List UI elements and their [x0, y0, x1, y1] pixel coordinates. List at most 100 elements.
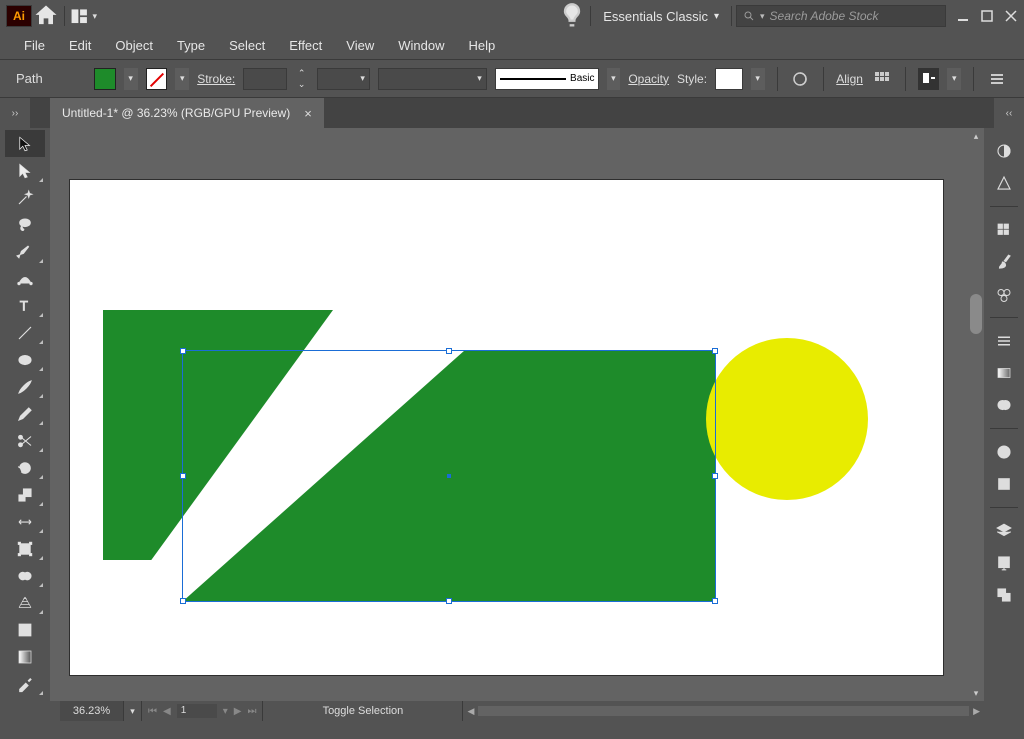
expand-left-panels[interactable]: ›› — [0, 98, 30, 128]
menu-file[interactable]: File — [14, 34, 55, 57]
color-panel-icon[interactable] — [989, 138, 1019, 164]
yellow-circle-shape[interactable] — [706, 338, 868, 500]
scroll-track[interactable] — [968, 144, 984, 685]
shape-mode-dropdown[interactable]: ▾ — [947, 68, 961, 90]
selection-handle-w[interactable] — [180, 473, 186, 479]
workspace-switcher[interactable]: Essentials Classic ▾ — [595, 5, 727, 28]
last-artboard-button[interactable]: ⏭ — [247, 706, 256, 717]
close-tab-button[interactable]: × — [304, 106, 312, 121]
layers-panel-icon[interactable] — [989, 518, 1019, 544]
curvature-tool[interactable] — [5, 265, 45, 292]
scroll-down-button[interactable]: ▾ — [968, 685, 984, 701]
selection-handle-ne[interactable] — [712, 348, 718, 354]
stroke-swatch[interactable] — [146, 68, 168, 90]
rotate-tool[interactable] — [5, 454, 45, 481]
menu-help[interactable]: Help — [458, 34, 505, 57]
selection-tool[interactable] — [5, 130, 45, 157]
gradient-panel-icon[interactable] — [989, 360, 1019, 386]
search-stock-field[interactable]: ▾ Search Adobe Stock — [736, 5, 946, 27]
shape-mode-button[interactable] — [918, 68, 940, 90]
stroke-weight-stepper[interactable]: ⌃⌄ — [295, 68, 309, 90]
selection-handle-nw[interactable] — [180, 348, 186, 354]
shape-builder-tool[interactable] — [5, 562, 45, 589]
asset-export-panel-icon[interactable] — [989, 550, 1019, 576]
graphic-style-dropdown[interactable]: ▾ — [751, 68, 765, 90]
artboards-panel-icon[interactable] — [989, 582, 1019, 608]
artboard-dropdown[interactable]: ▾ — [223, 706, 228, 717]
color-guide-panel-icon[interactable] — [989, 170, 1019, 196]
line-tool[interactable] — [5, 319, 45, 346]
selection-handle-n[interactable] — [446, 348, 452, 354]
scroll-up-button[interactable]: ▴ — [968, 128, 984, 144]
scissors-tool[interactable] — [5, 427, 45, 454]
fill-swatch[interactable] — [94, 68, 116, 90]
menu-type[interactable]: Type — [167, 34, 215, 57]
perspective-grid-tool[interactable] — [5, 589, 45, 616]
next-artboard-button[interactable]: ▶ — [234, 706, 242, 717]
menu-view[interactable]: View — [336, 34, 384, 57]
type-tool[interactable]: T — [5, 292, 45, 319]
variable-width-profile[interactable]: ▾ — [317, 68, 370, 90]
menu-window[interactable]: Window — [388, 34, 454, 57]
selection-handle-se[interactable] — [712, 598, 718, 604]
artboard-index[interactable]: 1 — [177, 704, 217, 718]
fill-dropdown[interactable]: ▾ — [124, 68, 138, 90]
align-button[interactable] — [871, 68, 893, 90]
maximize-button[interactable] — [980, 9, 994, 23]
selection-handle-s[interactable] — [446, 598, 452, 604]
stroke-dropdown[interactable]: ▾ — [175, 68, 189, 90]
free-transform-tool[interactable] — [5, 535, 45, 562]
swatches-panel-icon[interactable] — [989, 217, 1019, 243]
brushes-panel-icon[interactable] — [989, 249, 1019, 275]
arrange-documents-button[interactable]: ▾ — [69, 2, 97, 30]
panel-menu-button[interactable] — [986, 68, 1008, 90]
direct-selection-tool[interactable] — [5, 157, 45, 184]
vertical-scrollbar[interactable]: ▴ ▾ — [968, 128, 984, 701]
transparency-panel-icon[interactable] — [989, 392, 1019, 418]
home-button[interactable] — [32, 2, 60, 30]
prev-artboard-button[interactable]: ◀ — [163, 706, 171, 717]
close-button[interactable] — [1004, 9, 1018, 23]
selection-handle-e[interactable] — [712, 473, 718, 479]
menu-edit[interactable]: Edit — [59, 34, 101, 57]
selection-handle-sw[interactable] — [180, 598, 186, 604]
opacity-link[interactable]: Opacity — [628, 72, 669, 86]
expand-right-panels[interactable]: ‹‹ — [994, 98, 1024, 128]
canvas[interactable] — [50, 128, 968, 701]
menu-effect[interactable]: Effect — [279, 34, 332, 57]
paintbrush-tool[interactable] — [5, 373, 45, 400]
scroll-left-button[interactable]: ◀ — [463, 706, 478, 717]
horizontal-scrollbar[interactable]: ◀ ▶ — [463, 706, 984, 717]
stroke-panel-link[interactable]: Stroke: — [197, 72, 235, 86]
graphic-styles-panel-icon[interactable] — [989, 471, 1019, 497]
scroll-thumb[interactable] — [970, 294, 982, 334]
artboard[interactable] — [70, 180, 943, 675]
scroll-right-button[interactable]: ▶ — [969, 706, 984, 717]
brush-dropdown[interactable]: ▾ — [607, 68, 621, 90]
menu-object[interactable]: Object — [105, 34, 163, 57]
stroke-panel-icon[interactable] — [989, 328, 1019, 354]
graphic-style-swatch[interactable] — [715, 68, 743, 90]
zoom-dropdown[interactable]: ▾ — [124, 701, 142, 721]
menu-select[interactable]: Select — [219, 34, 275, 57]
scale-tool[interactable] — [5, 481, 45, 508]
align-panel-link[interactable]: Align — [836, 72, 863, 86]
pencil-tool[interactable] — [5, 400, 45, 427]
mesh-tool[interactable] — [5, 616, 45, 643]
magic-wand-tool[interactable] — [5, 184, 45, 211]
zoom-level[interactable]: 36.23% — [60, 701, 124, 721]
appearance-panel-icon[interactable] — [989, 439, 1019, 465]
shape-tool[interactable] — [5, 346, 45, 373]
document-tab[interactable]: Untitled-1* @ 36.23% (RGB/GPU Preview) × — [50, 98, 324, 128]
brush-definition-none[interactable]: ▾ — [378, 68, 487, 90]
recolor-artwork-button[interactable] — [790, 68, 812, 90]
minimize-button[interactable] — [956, 9, 970, 23]
width-tool[interactable] — [5, 508, 45, 535]
symbols-panel-icon[interactable] — [989, 281, 1019, 307]
hscroll-track[interactable] — [478, 706, 969, 716]
search-help-button[interactable] — [558, 2, 586, 30]
gradient-tool[interactable] — [5, 643, 45, 670]
first-artboard-button[interactable]: ⏮ — [148, 706, 157, 717]
pen-tool[interactable] — [5, 238, 45, 265]
lasso-tool[interactable] — [5, 211, 45, 238]
